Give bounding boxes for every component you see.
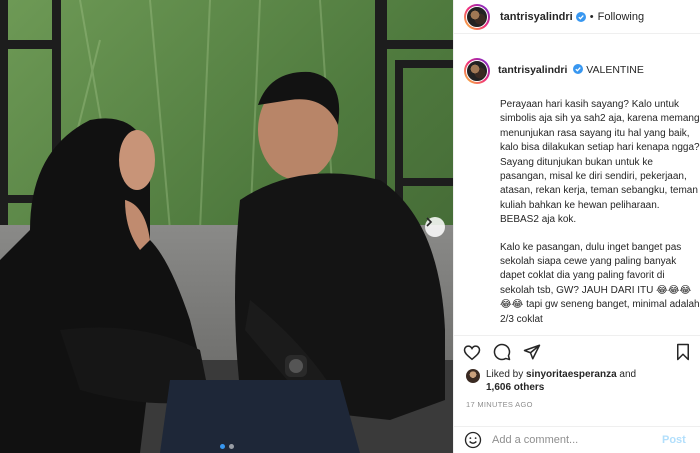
caption-author-avatar[interactable] [464, 58, 490, 84]
add-comment-bar: Post [454, 426, 700, 453]
likes-summary: Liked by sinyoritaesperanza and 1,606 ot… [462, 368, 693, 394]
header-separator: • [589, 10, 594, 23]
smiley-icon[interactable] [464, 431, 482, 449]
comments-area[interactable]: tantrisyalindri VALENTINE Perayaan hari … [454, 52, 700, 334]
caption-paragraph: Kalo ke pasangan, dulu inget banget pas … [500, 241, 700, 325]
carousel-next-button[interactable] [425, 217, 445, 237]
comment-input[interactable] [492, 434, 662, 446]
paper-plane-icon [523, 344, 541, 360]
post-comment-button[interactable]: Post [662, 434, 686, 446]
comment-button[interactable] [492, 342, 512, 362]
caption-title-line: tantrisyalindri VALENTINE [498, 52, 644, 77]
caption-author-username[interactable]: tantrisyalindri [498, 64, 567, 76]
bookmark-icon [677, 343, 689, 361]
caption-text: Perayaan hari kasih sayang? Kalo untuk s… [500, 98, 700, 327]
comment-icon [493, 343, 511, 361]
liker-username[interactable]: sinyoritaesperanza [526, 369, 617, 380]
likes-prefix: Liked by [486, 369, 524, 380]
like-button[interactable] [462, 342, 482, 362]
save-button[interactable] [673, 342, 693, 362]
caption-paragraph: Perayaan hari kasih sayang? Kalo untuk s… [500, 99, 700, 226]
post-timestamp[interactable]: 17 MINUTES AGO [466, 400, 693, 409]
post-sidebar: tantrisyalindri • Following tantrisyalin… [453, 0, 700, 453]
liker-avatar[interactable] [466, 369, 480, 383]
carousel-dot [219, 444, 225, 449]
author-username[interactable]: tantrisyalindri [500, 11, 573, 23]
author-avatar[interactable] [464, 3, 490, 30]
action-icons [462, 336, 693, 368]
following-button[interactable]: Following [598, 11, 644, 23]
likes-count[interactable]: 1,606 others [486, 382, 544, 393]
post-photo[interactable] [0, 0, 453, 453]
likes-and: and [619, 369, 637, 380]
caption-header: tantrisyalindri VALENTINE [464, 52, 691, 84]
chevron-right-icon [426, 217, 433, 227]
verified-badge-icon [573, 64, 584, 74]
verified-badge-icon [575, 11, 586, 22]
post-actions: Liked by sinyoritaesperanza and 1,606 ot… [454, 335, 700, 409]
carousel-dot [228, 444, 234, 449]
photo-illustration [0, 0, 453, 453]
share-button[interactable] [522, 342, 542, 362]
heart-icon [463, 344, 481, 360]
post-header: tantrisyalindri • Following [454, 0, 700, 34]
caption-title: VALENTINE [586, 64, 644, 76]
carousel-indicator [0, 444, 453, 449]
